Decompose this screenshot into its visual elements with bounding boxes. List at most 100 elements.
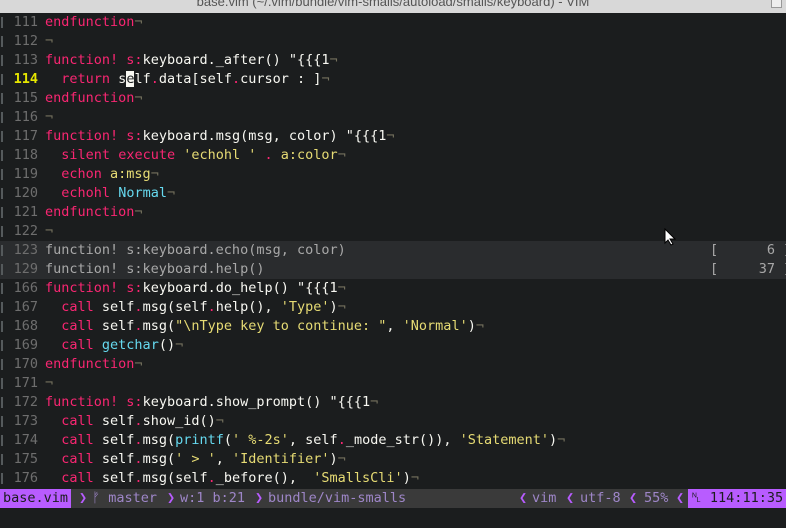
code-token: endfunction [45,90,135,106]
code-token: 'Statement' [459,432,550,448]
code-token: call [61,451,94,467]
code-token: echohl [61,185,111,201]
code-line[interactable]: 173 call self.show_id()¬ [0,412,786,431]
code-line[interactable]: 167 call self.msg(self.help(), 'Type')¬ [0,298,786,317]
line-number: 173 [13,413,38,429]
code-line[interactable]: 119 echon a:msg¬ [0,165,786,184]
code-line[interactable]: 118 silent execute 'echohl ' . a:color¬ [0,146,786,165]
code-token: . [134,451,143,467]
code-text: call self.msg(' > ', 'Identifier')¬ [45,450,346,469]
code-line[interactable]: 120 echohl Normal¬ [0,184,786,203]
code-token: 'echohl ' [183,147,257,163]
code-text: silent execute 'echohl ' . a:color¬ [45,146,346,165]
code-text: endfunction¬ [45,13,143,32]
code-line[interactable]: 176 call self.msg(self._before(), 'Small… [0,469,786,488]
code-token: . [134,432,143,448]
code-token: ¬ [134,204,143,220]
code-line[interactable]: 175 call self.msg(' > ', 'Identifier')¬ [0,450,786,469]
code-token: ) [402,470,411,486]
status-percent: 55% [644,490,669,506]
window-button[interactable] [771,0,782,8]
code-token: ¬ [337,451,346,467]
line-number: 116 [13,109,38,125]
code-token: ¬ [134,14,143,30]
code-text: call self.msg(self._before(), 'SmallsCli… [45,469,419,488]
window-titlebar: base.vim (~/.vim/bundle/vim-smalls/autol… [0,0,786,13]
line-number: 113 [13,52,38,68]
code-line[interactable]: 113 function! s:keyboard._after() "{{{1¬ [0,51,786,70]
code-token: call [61,432,94,448]
code-token: data[self [158,71,233,87]
code-token: () [158,337,176,353]
line-number: 167 [13,299,38,315]
code-token: . [134,470,143,486]
code-token: Normal [118,185,167,201]
code-line[interactable]: 121 endfunction¬ [0,203,786,222]
separator-icon: ❮ [519,490,528,506]
code-token: ¬ [337,147,346,163]
code-token: msg(self [142,470,208,486]
code-line[interactable]: 114 return self.data[self.cursor : ]¬ [0,70,786,89]
code-token: help(), [215,299,281,315]
code-token: call [61,299,94,315]
code-token: msg(self [142,299,208,315]
line-number: 114 [13,71,38,87]
code-token: self [93,470,135,486]
code-token: s: [126,128,143,144]
code-token: s [110,71,127,87]
code-token: keyboard.do_help() "{{{1 [142,280,338,296]
code-line[interactable]: 174 call self.msg(printf(' %-2s', self._… [0,431,786,450]
line-number: 115 [13,90,38,106]
code-token: echon [61,166,102,182]
code-token: s: [126,280,143,296]
code-line[interactable]: 117 function! s:keyboard.msg(msg, color) … [0,127,786,146]
status-filetype: vim [532,490,557,506]
code-token: function! [45,52,119,68]
code-token: 'Identifier' [231,451,330,467]
code-token: call [61,413,94,429]
code-token: endfunction [45,356,135,372]
code-token: a:color [280,147,338,163]
window-title: base.vim (~/.vim/bundle/vim-smalls/autol… [196,0,590,9]
code-token: ¬ [45,33,54,49]
code-token: ¬ [370,394,379,410]
code-line[interactable]: 169 call getchar()¬ [0,336,786,355]
code-text: function! s:keyboard.help() [45,260,264,279]
code-token: keyboard._after() "{{{1 [142,52,330,68]
code-token: function! [45,394,119,410]
code-line[interactable]: 166 function! s:keyboard.do_help() "{{{1¬ [0,279,786,298]
editor-buffer[interactable]: 111 endfunction¬ 112 ¬ 113 function! s:keyboa… [0,13,786,489]
code-line[interactable]: 170 endfunction¬ [0,355,786,374]
code-token: ¬ [166,185,176,201]
status-window-buffer: w:1 b:21 [180,490,246,506]
command-line[interactable] [0,508,786,528]
code-token: endfunction [45,14,135,30]
code-token: "\nType key to continue: " [175,318,387,334]
fold-line-count: [ 37 ] [710,261,786,277]
code-token: function! [45,128,119,144]
separator-icon: ❯ [79,490,88,506]
code-token: ¬ [410,470,419,486]
code-token: ¬ [386,128,395,144]
folded-line[interactable]: 129 function! s:keyboard.help() [ 37 ] [0,260,786,279]
code-text: call self.msg(self.help(), 'Type')¬ [45,298,346,317]
code-line[interactable]: 171 ¬ [0,374,786,393]
code-line[interactable]: 112 ¬ [0,32,786,51]
code-token: silent [61,147,111,163]
code-line[interactable]: 116 ¬ [0,108,786,127]
code-line[interactable]: 168 call self.msg("\nType key to continu… [0,317,786,336]
code-token: ¬ [337,280,346,296]
code-token: ' %-2s' [232,432,289,448]
status-position: ␤ 114:11:35 [688,489,786,508]
code-line[interactable]: 115 endfunction¬ [0,89,786,108]
code-line[interactable]: 111 endfunction¬ [0,13,786,32]
code-line[interactable]: 172 function! s:keyboard.show_prompt() "{… [0,393,786,412]
code-token: ¬ [175,337,184,353]
line-number: 121 [13,204,38,220]
line-number: 171 [13,375,38,391]
